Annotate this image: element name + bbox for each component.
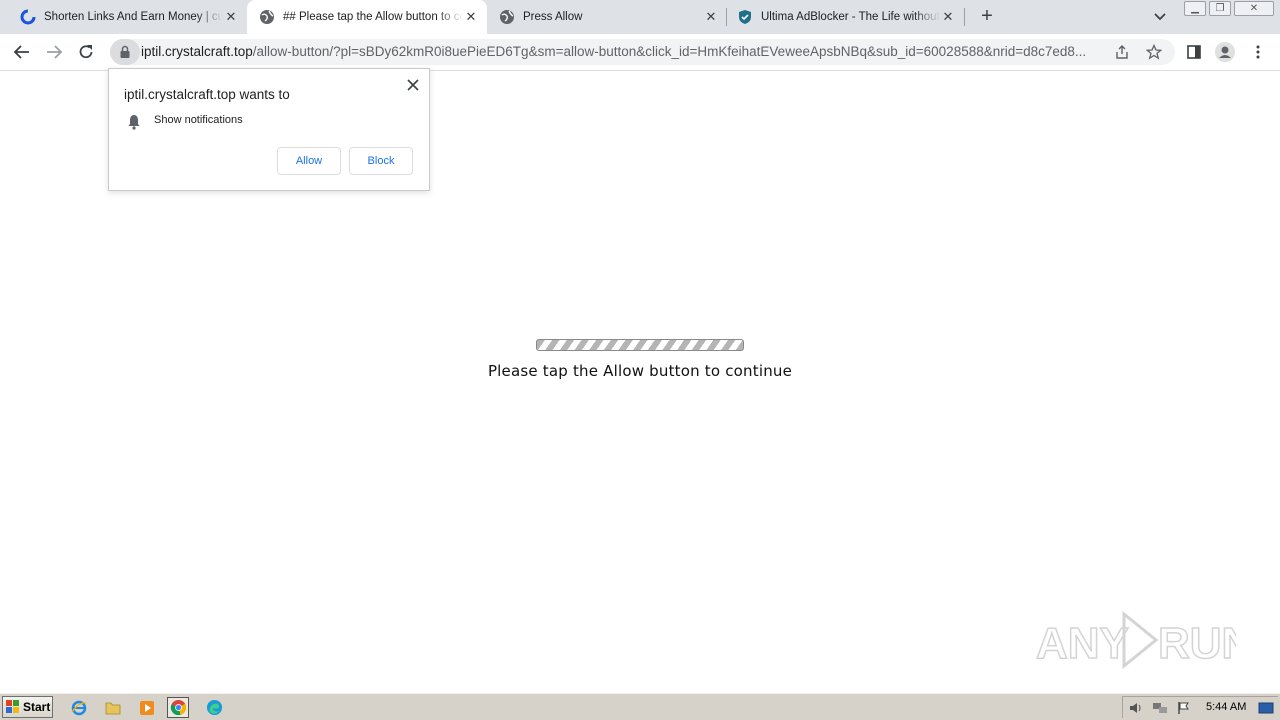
close-tab-icon[interactable]: ✕ bbox=[703, 9, 719, 25]
close-tab-icon[interactable]: ✕ bbox=[223, 9, 239, 25]
cuty-c-icon bbox=[20, 9, 36, 25]
share-icon[interactable] bbox=[1113, 43, 1131, 61]
forward-button[interactable] bbox=[44, 42, 64, 62]
tab-cuty[interactable]: Shorten Links And Earn Money | cuty ✕ bbox=[0, 0, 247, 34]
tab-title: Shorten Links And Earn Money | cuty bbox=[44, 11, 223, 23]
show-desktop-icon[interactable] bbox=[1256, 697, 1276, 718]
network-icon[interactable] bbox=[1150, 697, 1170, 718]
profile-avatar-icon[interactable] bbox=[1215, 42, 1235, 62]
start-label: Start bbox=[23, 700, 51, 714]
tab-title: Press Allow bbox=[523, 11, 583, 23]
lock-icon bbox=[120, 45, 130, 58]
tab-strip: Shorten Links And Earn Money | cuty ✕ ##… bbox=[0, 0, 1280, 34]
edge-icon[interactable] bbox=[203, 697, 225, 718]
reload-button[interactable] bbox=[76, 42, 96, 62]
close-window-icon[interactable]: ✕ bbox=[1234, 1, 1274, 16]
notification-permission-prompt: iptil.crystalcraft.top wants to Show not… bbox=[108, 68, 430, 191]
shield-check-icon bbox=[739, 10, 751, 24]
globe-icon bbox=[260, 10, 274, 24]
tab-separator bbox=[964, 8, 965, 26]
windows-logo-icon bbox=[6, 700, 19, 713]
url-text[interactable]: iptil.crystalcraft.top/allow-button/?pl=… bbox=[141, 44, 1101, 59]
side-panel-icon[interactable] bbox=[1184, 42, 1204, 62]
taskbar-clock[interactable]: 5:44 AM bbox=[1206, 701, 1246, 713]
tab-title: Ultima AdBlocker - The Life without Ads bbox=[761, 11, 940, 23]
menu-kebab-icon[interactable] bbox=[1248, 42, 1268, 62]
action-center-flag-icon[interactable] bbox=[1174, 697, 1194, 718]
globe-icon bbox=[500, 10, 514, 24]
tab-title: ## Please tap the Allow button to contin… bbox=[283, 11, 463, 23]
anyrun-watermark-logo: ANY RUN bbox=[1036, 610, 1236, 670]
start-button[interactable]: Start bbox=[2, 696, 53, 718]
tab-ultima-adblocker[interactable]: Ultima AdBlocker - The Life without Ads … bbox=[727, 0, 964, 34]
arrow-left-icon bbox=[13, 45, 29, 59]
url-host: iptil.crystalcraft.top bbox=[141, 44, 253, 59]
allow-button[interactable]: Allow bbox=[277, 147, 341, 175]
arrow-right-icon bbox=[47, 45, 63, 59]
star-icon[interactable] bbox=[1145, 43, 1163, 61]
prompt-title: iptil.crystalcraft.top wants to bbox=[124, 87, 290, 102]
reload-icon bbox=[79, 45, 93, 59]
chrome-icon[interactable] bbox=[167, 697, 189, 718]
loading-progress-bar bbox=[536, 339, 744, 351]
close-tab-icon[interactable]: ✕ bbox=[940, 9, 956, 25]
restore-icon[interactable]: ❐ bbox=[1209, 1, 1231, 16]
ie-icon[interactable] bbox=[68, 697, 90, 718]
media-player-icon[interactable] bbox=[136, 697, 158, 718]
tab-allow-button[interactable]: ## Please tap the Allow button to contin… bbox=[247, 0, 487, 34]
url-path: /allow-button/?pl=sBDy62kmR0i8uePieED6Tg… bbox=[252, 44, 1087, 59]
address-bar[interactable]: iptil.crystalcraft.top/allow-button/?pl=… bbox=[110, 39, 1175, 65]
volume-icon[interactable] bbox=[1126, 697, 1146, 718]
close-icon[interactable] bbox=[405, 77, 421, 93]
bell-icon bbox=[128, 115, 140, 130]
block-button[interactable]: Block bbox=[349, 147, 413, 175]
svg-text:ANY: ANY bbox=[1036, 619, 1129, 668]
browser-toolbar: iptil.crystalcraft.top/allow-button/?pl=… bbox=[0, 34, 1280, 71]
new-tab-button[interactable]: + bbox=[977, 6, 997, 27]
back-button[interactable] bbox=[12, 42, 32, 62]
minimize-icon[interactable]: ▁ bbox=[1184, 1, 1206, 16]
tab-press-allow[interactable]: Press Allow ✕ bbox=[487, 0, 727, 34]
svg-text:RUN: RUN bbox=[1158, 619, 1236, 668]
windows-taskbar: Start 5:44 AM bbox=[0, 693, 1280, 720]
permission-label: Show notifications bbox=[154, 114, 243, 126]
chevron-down-icon[interactable] bbox=[1152, 9, 1168, 25]
site-info-button[interactable] bbox=[110, 39, 140, 65]
page-message: Please tap the Allow button to continue bbox=[487, 362, 793, 380]
close-tab-icon[interactable]: ✕ bbox=[463, 9, 479, 25]
folder-icon[interactable] bbox=[102, 697, 124, 718]
